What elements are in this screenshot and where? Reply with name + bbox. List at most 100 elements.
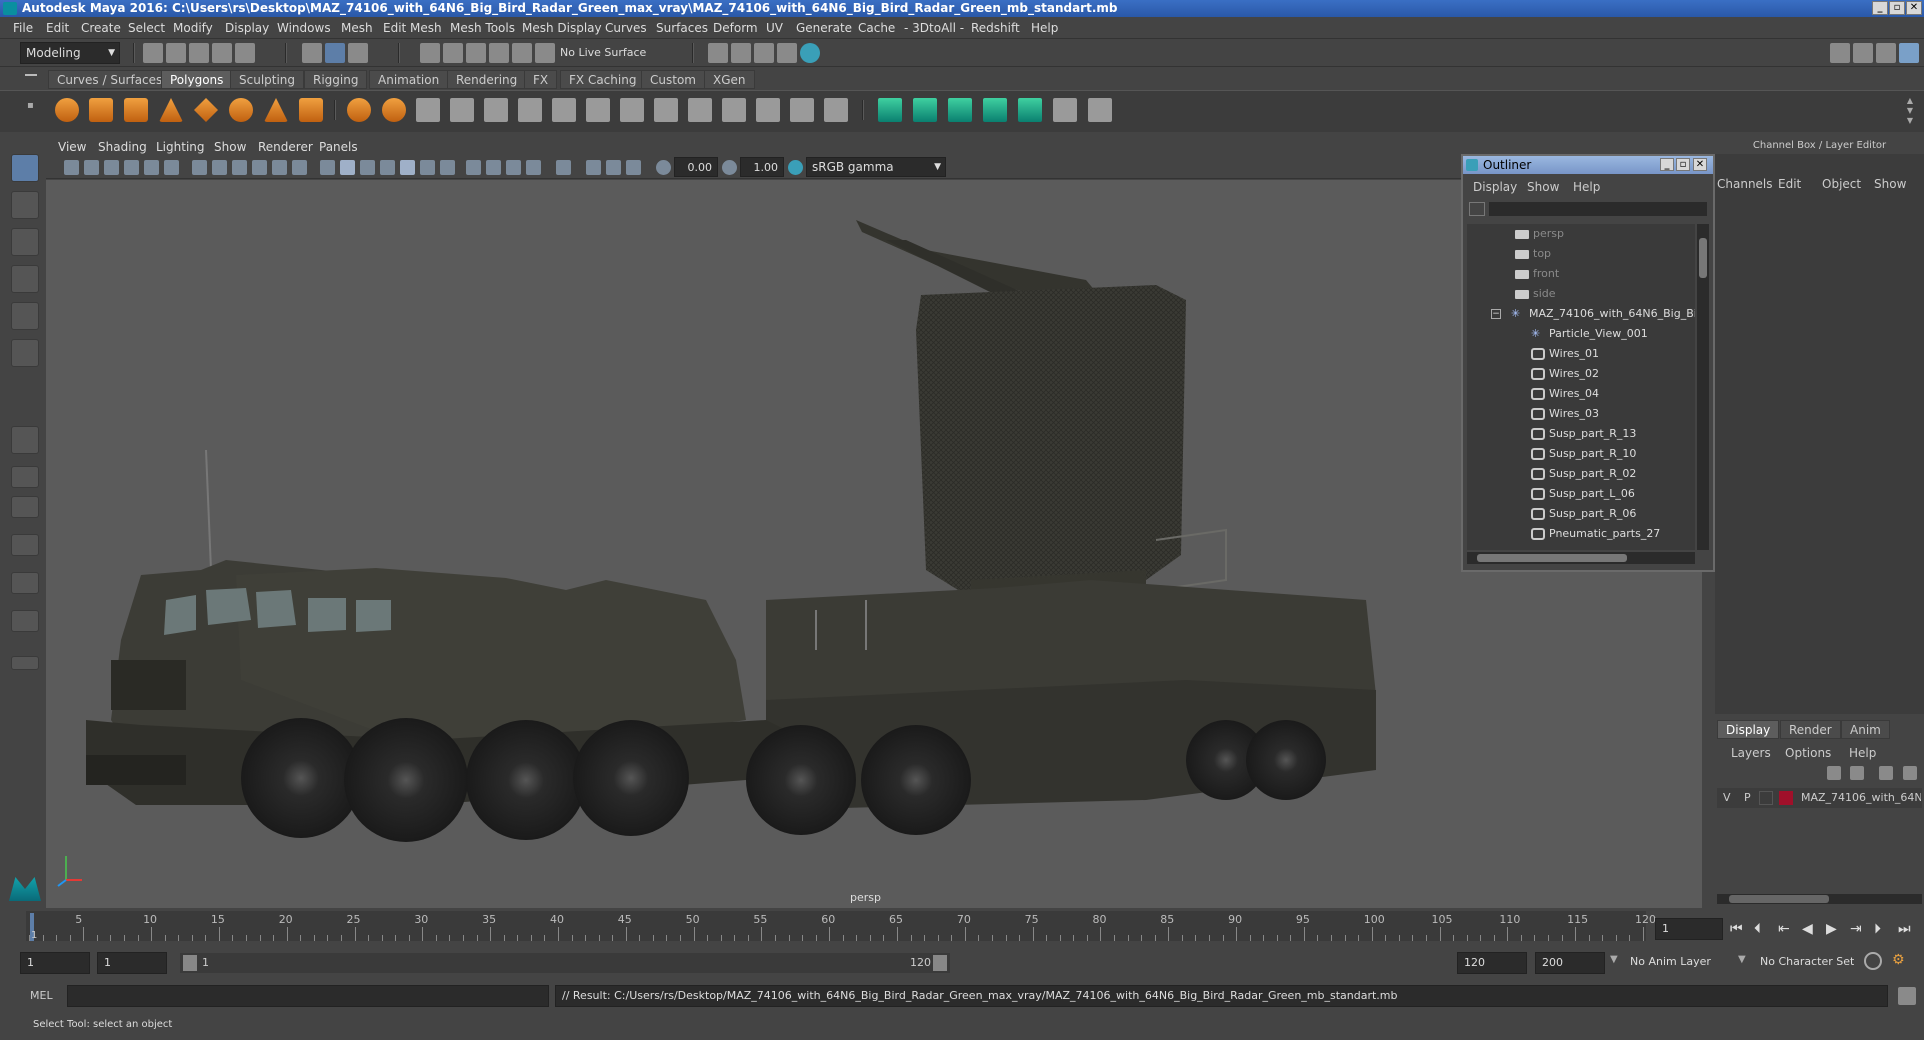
wireframe-icon[interactable] xyxy=(320,160,335,175)
list-item[interactable]: Wires_01 xyxy=(1467,344,1695,364)
layer-tab-render[interactable]: Render xyxy=(1780,720,1841,739)
menu-windows[interactable]: Windows xyxy=(277,21,331,35)
outliner-menu-help[interactable]: Help xyxy=(1573,180,1600,194)
magnet-icon[interactable] xyxy=(535,43,555,63)
restore-button[interactable]: ▫ xyxy=(1889,1,1905,15)
offset-edge-loop-icon[interactable] xyxy=(824,98,848,122)
save-scene-icon[interactable] xyxy=(189,43,209,63)
wireframe-on-shaded-icon[interactable] xyxy=(380,160,395,175)
film-gate-icon[interactable] xyxy=(212,160,227,175)
shelf-menu-icon[interactable] xyxy=(25,74,37,76)
shelf-tab-polygons[interactable]: Polygons xyxy=(161,70,233,89)
menu-mesh[interactable]: Mesh xyxy=(341,21,373,35)
camera-select-icon[interactable] xyxy=(64,160,79,175)
planar-mapping-icon[interactable] xyxy=(878,98,902,122)
view-transform-selector[interactable]: sRGB gamma ▼ xyxy=(806,157,946,177)
use-all-lights-icon[interactable] xyxy=(420,160,435,175)
layer-type-toggle[interactable] xyxy=(1759,791,1773,805)
timeline-ruler[interactable]: 5 10 15 20 25 30 35 40 45 50 55 60 65 70 75 80 85 90 95 100… xyxy=(26,911,1656,941)
viewport-menu-shading[interactable]: Shading xyxy=(98,140,147,154)
xray-icon[interactable] xyxy=(586,160,601,175)
menu-curves[interactable]: Curves xyxy=(605,21,647,35)
outliner-menu-show[interactable]: Show xyxy=(1527,180,1559,194)
anim-layer-label[interactable]: No Anim Layer xyxy=(1630,955,1711,968)
render-settings-icon[interactable] xyxy=(708,43,728,63)
list-item[interactable]: Susp_part_R_02 xyxy=(1467,464,1695,484)
script-editor-icon[interactable] xyxy=(1898,987,1916,1005)
channel-box-menu-object[interactable]: Object xyxy=(1822,177,1861,191)
menu-display[interactable]: Display xyxy=(225,21,269,35)
outliner-minimize-button[interactable]: _ xyxy=(1660,158,1674,171)
target-weld-icon[interactable] xyxy=(722,98,746,122)
menu-file[interactable]: File xyxy=(13,21,33,35)
menu-mesh-tools[interactable]: Mesh Tools xyxy=(450,21,515,35)
combine-icon[interactable] xyxy=(347,98,371,122)
shelf-tab-fx[interactable]: FX xyxy=(524,70,558,89)
outliner-layout-icon[interactable] xyxy=(11,534,39,556)
list-item[interactable]: side xyxy=(1467,284,1695,304)
current-frame-field[interactable]: 1 xyxy=(1655,918,1723,940)
menu-surfaces[interactable]: Surfaces xyxy=(656,21,708,35)
outliner-horizontal-scrollbar[interactable] xyxy=(1467,552,1695,564)
range-start-handle[interactable] xyxy=(183,955,197,971)
undo-icon[interactable] xyxy=(212,43,232,63)
shelf-tab-curves-surfaces[interactable]: Curves / Surfaces xyxy=(48,70,172,89)
list-item[interactable]: − ✳ MAZ_74106_with_64N6_Big_Bird_ xyxy=(1467,304,1695,324)
channel-box-toggle-icon[interactable] xyxy=(1899,43,1919,63)
layer-tab-display[interactable]: Display xyxy=(1717,720,1780,739)
menu-redshift[interactable]: Redshift xyxy=(971,21,1020,35)
list-item[interactable]: Susp_part_L_06 xyxy=(1467,484,1695,504)
gamma-icon[interactable] xyxy=(722,160,737,175)
shelf-tab-custom[interactable]: Custom xyxy=(641,70,705,89)
viewport-menu-panels[interactable]: Panels xyxy=(319,140,358,154)
menu-3dtoall[interactable]: - 3DtoAll - xyxy=(904,21,964,35)
channel-box-menu-channels[interactable]: Channels xyxy=(1717,177,1773,191)
minimize-button[interactable]: _ xyxy=(1872,1,1888,15)
layout-options-icon[interactable] xyxy=(11,656,39,670)
layer-menu-help[interactable]: Help xyxy=(1849,746,1876,760)
new-layer-icon[interactable] xyxy=(1879,766,1893,780)
shelf-tab-fx-caching[interactable]: FX Caching xyxy=(560,70,646,89)
list-item[interactable]: Susp_part_R_10 xyxy=(1467,444,1695,464)
go-to-start-icon[interactable]: ⏮ xyxy=(1730,918,1743,940)
perspective-viewport[interactable] xyxy=(46,180,1702,908)
layer-visibility-toggle[interactable]: V xyxy=(1723,791,1731,804)
preferences-icon[interactable]: ⚙ xyxy=(1892,952,1910,970)
color-management-icon[interactable] xyxy=(788,160,803,175)
poly-torus-icon[interactable] xyxy=(229,98,253,122)
bevel-icon[interactable] xyxy=(620,98,644,122)
graph-editor-layout-icon[interactable] xyxy=(11,572,39,594)
shelf-tab-rigging[interactable]: Rigging xyxy=(304,70,368,89)
poly-pipe-icon[interactable] xyxy=(299,98,323,122)
layer-color-swatch[interactable] xyxy=(1779,791,1793,805)
play-forwards-icon[interactable]: ▶ xyxy=(1826,918,1837,940)
step-forward-icon[interactable]: ⏵ xyxy=(1874,918,1881,940)
bookmarks-icon[interactable] xyxy=(104,160,119,175)
playback-start-field[interactable]: 1 xyxy=(97,952,167,974)
select-by-object-icon[interactable] xyxy=(325,43,345,63)
snap-view-plane-icon[interactable] xyxy=(489,43,509,63)
image-plane-icon[interactable] xyxy=(124,160,139,175)
shelf-tab-rendering[interactable]: Rendering xyxy=(447,70,527,89)
filter-icon[interactable] xyxy=(1469,202,1485,216)
menu-create[interactable]: Create xyxy=(81,21,121,35)
xray-active-icon[interactable] xyxy=(606,160,621,175)
single-perspective-layout-icon[interactable] xyxy=(11,426,39,454)
lasso-tool-icon[interactable] xyxy=(11,191,39,219)
shelf-tab-sculpting[interactable]: Sculpting xyxy=(230,70,305,89)
menu-cache[interactable]: Cache xyxy=(858,21,895,35)
spherical-mapping-icon[interactable] xyxy=(948,98,972,122)
snap-point-icon[interactable] xyxy=(466,43,486,63)
menu-uv[interactable]: UV xyxy=(766,21,783,35)
character-set-label[interactable]: No Character Set xyxy=(1760,955,1854,968)
redo-icon[interactable] xyxy=(235,43,255,63)
chevron-down-icon[interactable]: ▼ xyxy=(1610,954,1618,965)
layer-row[interactable]: V P MAZ_74106_with_64N6 xyxy=(1717,788,1922,808)
render-view-icon[interactable] xyxy=(777,43,797,63)
snap-grid-icon[interactable] xyxy=(420,43,440,63)
step-back-key-icon[interactable]: ⇤ xyxy=(1778,918,1790,940)
four-view-layout-icon[interactable] xyxy=(11,466,39,488)
channel-box-menu-show[interactable]: Show xyxy=(1874,177,1906,191)
new-layer-selected-icon[interactable] xyxy=(1903,766,1917,780)
list-item[interactable]: Wires_04 xyxy=(1467,384,1695,404)
